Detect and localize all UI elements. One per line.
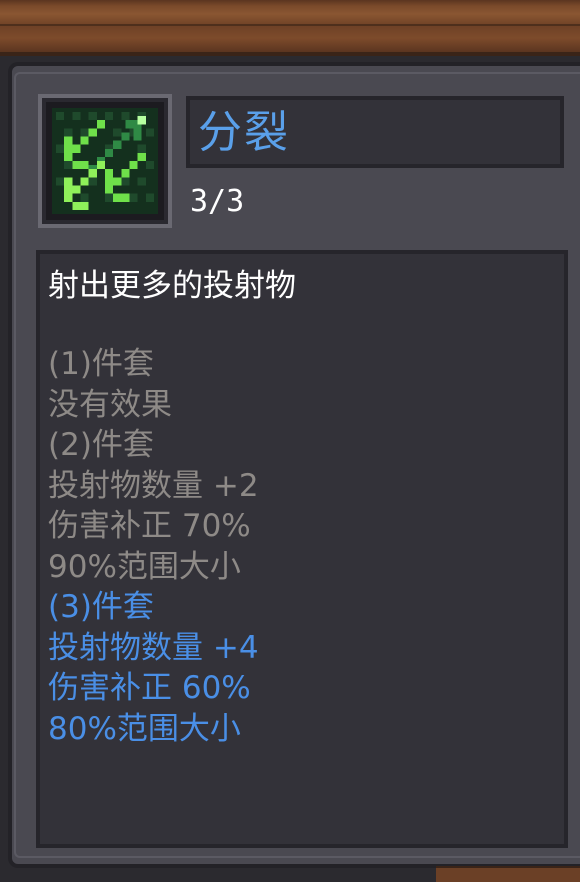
skill-description-box: 射出更多的投射物 (1)件套 没有效果 (2)件套 投射物数量 +2 伤害补正 …	[36, 250, 568, 848]
skill-description: 射出更多的投射物	[48, 268, 296, 304]
set-bonus-line: 伤害补正 60%	[48, 670, 251, 706]
set-bonus-line: (2)件套	[48, 427, 154, 463]
set-bonus-line: 80%范围大小	[48, 710, 241, 747]
wooden-top-bar	[0, 0, 580, 56]
set-bonus-line: 没有效果	[48, 386, 172, 423]
skill-name: 分裂	[198, 107, 290, 158]
set-bonus-line: (3)件套	[48, 589, 154, 625]
set-bonus-line: 伤害补正 70%	[48, 508, 251, 544]
skill-title-box: 分裂	[186, 96, 564, 168]
split-arrows-icon	[52, 108, 158, 214]
set-bonus-list: (1)件套 没有效果 (2)件套 投射物数量 +2 伤害补正 70% 90%范围…	[48, 344, 259, 749]
set-bonus-line: (1)件套	[48, 346, 154, 382]
skill-level: 3/3	[190, 184, 245, 219]
set-bonus-line: 投射物数量 +4	[48, 629, 259, 666]
skill-icon-frame	[38, 94, 172, 228]
set-bonus-line: 投射物数量 +2	[48, 467, 259, 504]
set-bonus-line: 90%范围大小	[48, 548, 241, 585]
